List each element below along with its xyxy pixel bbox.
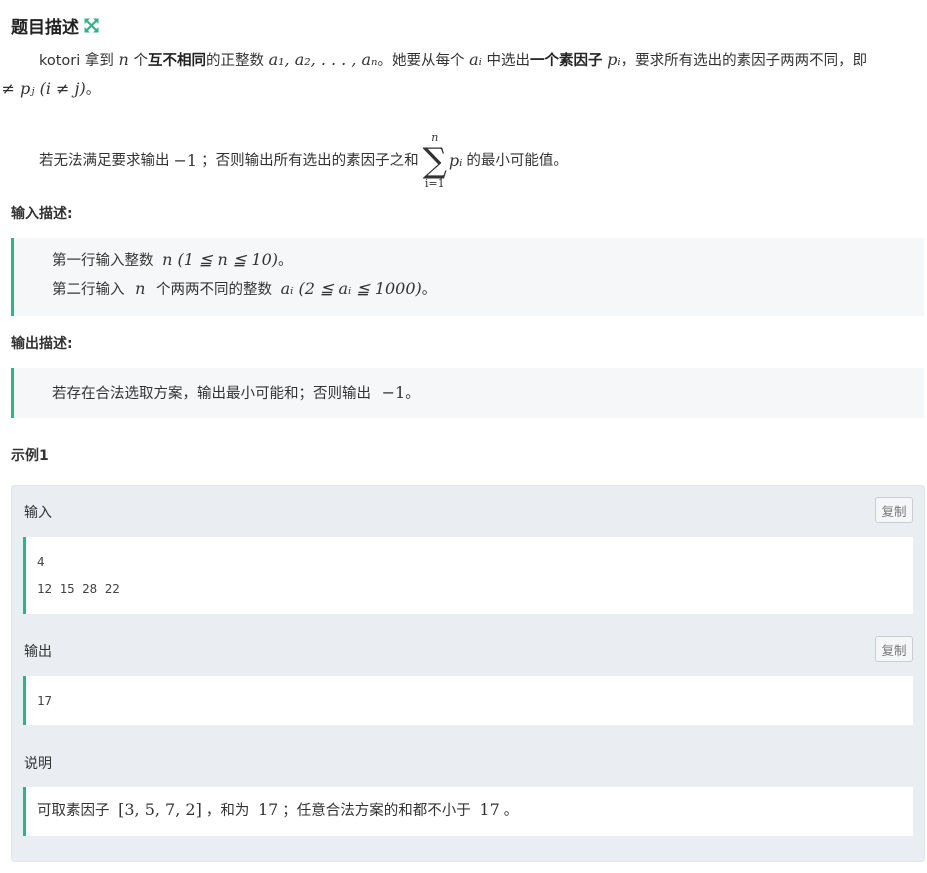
math-condition: pᵢ ≠ pⱼ (i ≠ j) bbox=[0, 79, 86, 98]
text: 。 bbox=[405, 386, 420, 402]
desc-text: 的正整数 bbox=[205, 53, 264, 69]
math-neg1: −1 bbox=[173, 151, 198, 170]
math-pi: pᵢ bbox=[607, 50, 621, 69]
example-output-code[interactable]: 17 bbox=[23, 676, 913, 725]
desc-text: 的最小可能值。 bbox=[466, 153, 568, 169]
output-desc-label: 输出描述: bbox=[11, 336, 73, 352]
text: 第二行输入 bbox=[52, 282, 125, 298]
math-n-range: n (1 ≦ n ≦ 10) bbox=[162, 250, 278, 269]
text: 个两两不同的整数 bbox=[156, 282, 273, 298]
math-neg1: −1 bbox=[381, 383, 406, 402]
text: ，和为 bbox=[205, 803, 250, 819]
text: 若存在合法选取方案，输出最小可能和；否则输出 bbox=[52, 386, 371, 402]
input-desc-label: 输入描述: bbox=[11, 206, 73, 222]
example-explain-label: 说明 bbox=[24, 756, 52, 772]
desc-text: 。 bbox=[85, 82, 101, 98]
desc-text: ，要求所有选出的素因子两两不同，即 bbox=[620, 53, 868, 69]
example-heading: 示例1 bbox=[11, 448, 49, 464]
math-n: n bbox=[118, 50, 129, 69]
math-n: n bbox=[135, 279, 146, 298]
input-desc-line-1: 第一行输入整数 n (1 ≦ n ≦ 10)。 bbox=[52, 246, 924, 275]
description-paragraph-1: kotori 拿到 n 个互不相同的正整数 a₁, a₂, . . . , aₙ… bbox=[0, 46, 911, 104]
desc-bold-prime-factor: 一个素因子 bbox=[530, 53, 603, 69]
example-input-code[interactable]: 4 12 15 28 22 bbox=[23, 537, 913, 614]
desc-text: 个 bbox=[128, 53, 148, 69]
math-val: 17 bbox=[257, 800, 279, 819]
text: 可取素因子 bbox=[37, 803, 110, 819]
desc-text: 中选出 bbox=[481, 53, 531, 69]
code-line: 12 15 28 22 bbox=[37, 581, 120, 596]
text: 。 bbox=[421, 282, 437, 298]
desc-text: 若无法满足要求输出 bbox=[39, 153, 170, 169]
desc-bold-distinct: 互不相同 bbox=[147, 53, 206, 69]
math-a-range: aᵢ (2 ≦ aᵢ ≦ 1000) bbox=[280, 279, 422, 298]
page-title-text: 题目描述 bbox=[11, 17, 79, 38]
text: ；任意合法方案的和都不小于 bbox=[282, 803, 471, 819]
page-title: 题目描述 bbox=[11, 13, 99, 38]
text: 。 bbox=[277, 253, 293, 269]
example-explain-block: 可取素因子 [3, 5, 7, 2] ，和为 17 ；任意合法方案的和都不小于 17… bbox=[23, 787, 913, 836]
input-desc-block: 第一行输入整数 n (1 ≦ n ≦ 10)。 第二行输入 n 个两两不同的整数… bbox=[11, 238, 924, 316]
input-desc-line-2: 第二行输入 n 个两两不同的整数 aᵢ (2 ≦ aᵢ ≦ 1000)。 bbox=[52, 275, 924, 304]
code-line: 4 bbox=[37, 554, 45, 569]
text: 。 bbox=[503, 803, 519, 819]
desc-text: kotori 拿到 bbox=[39, 53, 114, 69]
math-ai: aᵢ bbox=[469, 50, 482, 69]
example-output-label: 输出 bbox=[24, 644, 52, 660]
sum-sigma: ∑ bbox=[422, 141, 447, 181]
description-paragraph-2: 若无法满足要求输出 −1 ；否则输出所有选出的素因子之和 n ∑ i=1 pᵢ … bbox=[39, 132, 927, 190]
math-val: 17 bbox=[479, 800, 500, 819]
desc-text: 。她要从每个 bbox=[377, 53, 465, 69]
example-panel: 输入 复制 4 12 15 28 22 输出 复制 17 说明 可取素因子 [3… bbox=[11, 485, 925, 862]
example-input-label: 输入 bbox=[24, 505, 52, 521]
expand-icon[interactable] bbox=[84, 18, 99, 33]
math-set: [3, 5, 7, 2] bbox=[118, 800, 202, 819]
text: 第一行输入整数 bbox=[52, 253, 154, 269]
output-desc-block: 若存在合法选取方案，输出最小可能和；否则输出 −1。 bbox=[11, 368, 924, 418]
desc-text: ；否则输出所有选出的素因子之和 bbox=[201, 153, 419, 169]
math-sequence: a₁, a₂, . . . , aₙ bbox=[268, 50, 378, 69]
code-line: 17 bbox=[37, 693, 53, 708]
copy-output-button[interactable]: 复制 bbox=[875, 636, 913, 662]
math-sum-term: pᵢ bbox=[448, 151, 463, 170]
sum-symbol: n ∑ i=1 bbox=[423, 132, 447, 190]
copy-input-button[interactable]: 复制 bbox=[875, 497, 913, 523]
sum-lower: i=1 bbox=[424, 177, 445, 190]
